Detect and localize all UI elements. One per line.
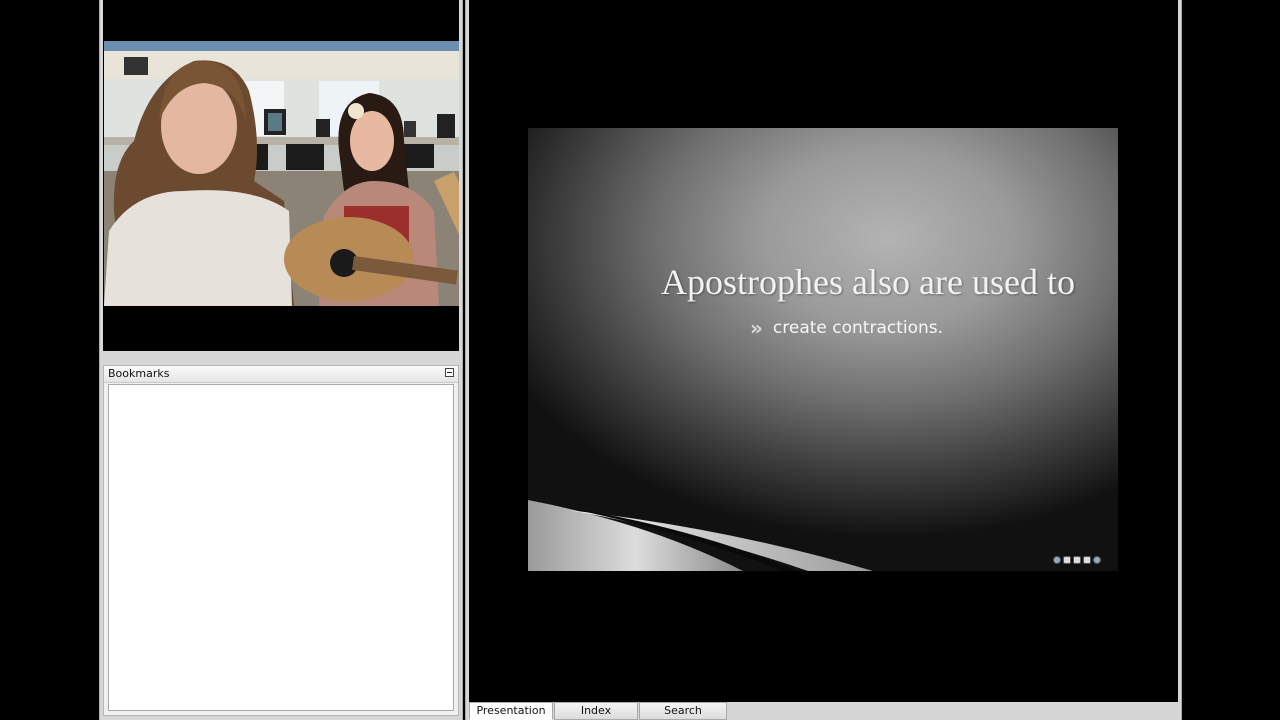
tab-presentation[interactable]: Presentation [469, 702, 553, 720]
bookmarks-header: Bookmarks [104, 366, 458, 383]
slide-swoosh-decoration [528, 500, 873, 571]
slide-title: Apostrophes also are used to [661, 262, 1075, 302]
tab-bar: Presentation Index Search [469, 702, 728, 720]
slide[interactable]: Apostrophes also are used to » create co… [528, 128, 1118, 571]
bookmarks-list[interactable] [108, 384, 454, 711]
presentation-player: Bookmarks Apostrophes also are used to »… [0, 0, 1280, 720]
tab-index[interactable]: Index [554, 702, 638, 720]
info-icon[interactable] [1093, 556, 1101, 564]
minimize-icon[interactable] [445, 368, 454, 377]
rewind-icon[interactable] [1053, 556, 1061, 564]
pause-icon[interactable] [1063, 556, 1071, 564]
video-frame-image [104, 41, 459, 306]
slide-bullet: » create contractions. [750, 318, 943, 338]
bullet-text: create contractions. [772, 318, 944, 338]
tab-search[interactable]: Search [639, 702, 727, 720]
webcam-video[interactable] [104, 41, 459, 306]
double-chevron-icon: » [750, 316, 763, 340]
bookmarks-panel: Bookmarks [103, 365, 459, 716]
stop-icon[interactable] [1073, 556, 1081, 564]
slide-player-controls [1053, 556, 1101, 564]
bookmarks-title: Bookmarks [108, 367, 170, 380]
forward-icon[interactable] [1083, 556, 1091, 564]
